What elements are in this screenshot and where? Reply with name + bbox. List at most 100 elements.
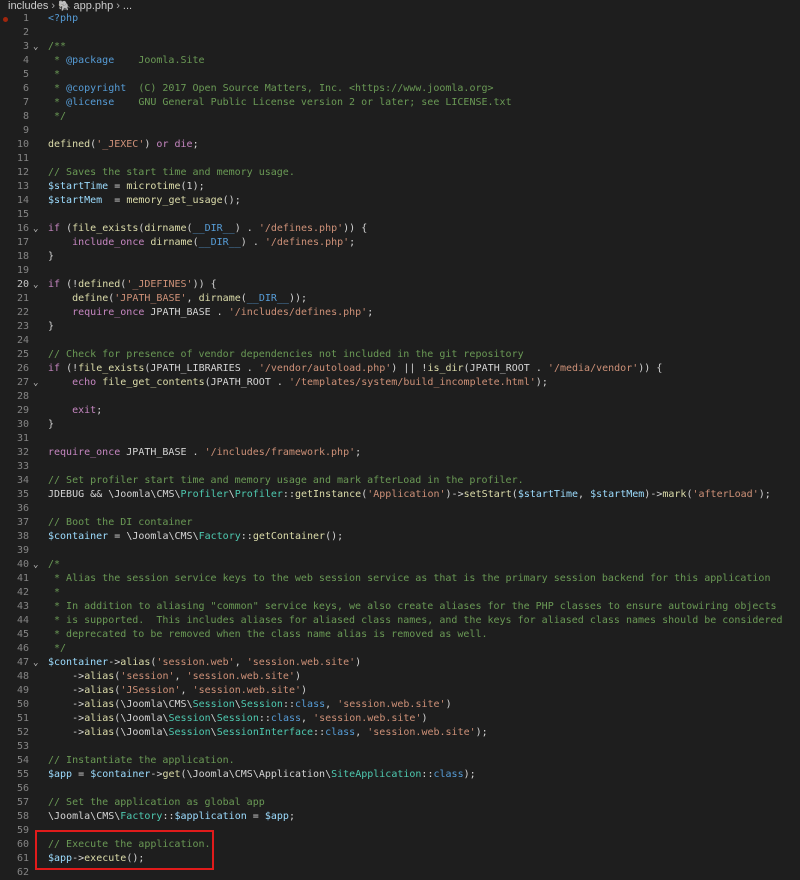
code-line[interactable]: 55 $app = $container->get(\Joomla\CMS\App…	[0, 768, 800, 782]
code-line[interactable]: 44 * is supported. This includes aliases…	[0, 614, 800, 628]
fold-chevron-icon[interactable]: ⌄	[33, 558, 38, 572]
code-line[interactable]: 8 */	[0, 110, 800, 124]
code-line[interactable]: 49 ->alias('JSession', 'session.web.site…	[0, 684, 800, 698]
line-number: 25	[16, 349, 29, 360]
code-line[interactable]: 50 ->alias(\Joomla\CMS\Session\Session::…	[0, 698, 800, 712]
code-text: // Saves the start time and memory usage…	[48, 167, 295, 178]
code-line[interactable]: 5 *	[0, 68, 800, 82]
line-number: 55	[16, 769, 29, 780]
line-number: 50	[16, 699, 29, 710]
line-number: 60	[16, 839, 29, 850]
code-text: }	[48, 321, 55, 332]
code-line[interactable]: 26 if (!file_exists(JPATH_LIBRARIES . '/v…	[0, 362, 800, 376]
fold-chevron-icon[interactable]: ⌄	[33, 278, 38, 292]
line-number: 8	[22, 111, 29, 122]
code-text: *	[48, 587, 61, 598]
line-number: 3	[22, 41, 29, 52]
code-line[interactable]: 59	[0, 824, 800, 838]
code-text: // Check for presence of vendor dependen…	[48, 349, 524, 360]
fold-chevron-icon[interactable]: ⌄	[33, 376, 38, 390]
code-line[interactable]: 58 \Joomla\CMS\Factory::$application = $a…	[0, 810, 800, 824]
code-text: exit;	[72, 405, 103, 416]
line-number: 22	[16, 307, 29, 318]
code-line[interactable]: 28	[0, 390, 800, 404]
code-line[interactable]: 16 ⌄ if (file_exists(dirname(__DIR__) . '/…	[0, 222, 800, 236]
code-line[interactable]: 4 * @package Joomla.Site	[0, 54, 800, 68]
code-line[interactable]: 37 // Boot the DI container	[0, 516, 800, 530]
code-line[interactable]: 15	[0, 208, 800, 222]
code-line[interactable]: 48 ->alias('session', 'session.web.site'…	[0, 670, 800, 684]
code-line[interactable]: 1 <?php	[0, 12, 800, 26]
code-line[interactable]: 56	[0, 782, 800, 796]
line-number: 37	[16, 517, 29, 528]
code-line[interactable]: 32 require_once JPATH_BASE . '/includes/f…	[0, 446, 800, 460]
code-line[interactable]: 61 $app->execute();	[0, 852, 800, 866]
code-line[interactable]: 57 // Set the application as global app	[0, 796, 800, 810]
code-line[interactable]: 20 ⌄ if (!defined('_JDEFINES')) {	[0, 278, 800, 292]
code-line[interactable]: 39	[0, 544, 800, 558]
code-line[interactable]: 36	[0, 502, 800, 516]
code-line[interactable]: 21 define('JPATH_BASE', dirname(__DIR__)…	[0, 292, 800, 306]
line-number: 4	[22, 55, 29, 66]
code-line[interactable]: 43 * In addition to aliasing "common" se…	[0, 600, 800, 614]
code-line[interactable]: 54 // Instantiate the application.	[0, 754, 800, 768]
code-line[interactable]: 22 require_once JPATH_BASE . '/includes/…	[0, 306, 800, 320]
code-line[interactable]: 45 * deprecated to be removed when the c…	[0, 628, 800, 642]
code-line[interactable]: 27 ⌄ echo file_get_contents(JPATH_ROOT . …	[0, 376, 800, 390]
code-line[interactable]: 12 // Saves the start time and memory usa…	[0, 166, 800, 180]
code-line[interactable]: 19	[0, 264, 800, 278]
line-number: 2	[22, 27, 29, 38]
code-line[interactable]: 46 */	[0, 642, 800, 656]
code-line[interactable]: 17 include_once dirname(__DIR__) . '/def…	[0, 236, 800, 250]
code-line[interactable]: 3 ⌄ /**	[0, 40, 800, 54]
code-line[interactable]: 2	[0, 26, 800, 40]
code-line[interactable]: 52 ->alias(\Joomla\Session\SessionInterf…	[0, 726, 800, 740]
code-line[interactable]: 51 ->alias(\Joomla\Session\Session::clas…	[0, 712, 800, 726]
code-line[interactable]: 30}	[0, 418, 800, 432]
fold-chevron-icon[interactable]: ⌄	[33, 222, 38, 236]
code-text: if (!file_exists(JPATH_LIBRARIES . '/ven…	[48, 363, 663, 374]
code-line[interactable]: 18}	[0, 250, 800, 264]
code-line[interactable]: 53	[0, 740, 800, 754]
code-text: * deprecated to be removed when the clas…	[48, 629, 488, 640]
code-line[interactable]: 34 // Set profiler start time and memory …	[0, 474, 800, 488]
code-text: // Execute the application.	[48, 839, 211, 850]
code-line[interactable]: 11	[0, 152, 800, 166]
line-number: 12	[16, 167, 29, 178]
code-line[interactable]: 24	[0, 334, 800, 348]
code-line[interactable]: 62	[0, 866, 800, 880]
fold-chevron-icon[interactable]: ⌄	[33, 40, 38, 54]
code-text: }	[48, 419, 55, 430]
line-number: 45	[16, 629, 29, 640]
code-line[interactable]: 33	[0, 460, 800, 474]
code-text: // Set the application as global app	[48, 797, 265, 808]
code-line[interactable]: 47 ⌄ $container->alias('session.web', 'ses…	[0, 656, 800, 670]
code-text: // Instantiate the application.	[48, 755, 235, 766]
code-editor[interactable]: 1 <?php 2 3 ⌄/** 4 * @package Joomla.Site 5 * 6…	[0, 12, 800, 880]
code-line[interactable]: 38 $container = \Joomla\CMS\Factory::getC…	[0, 530, 800, 544]
line-number: 36	[16, 503, 29, 514]
line-number: 28	[16, 391, 29, 402]
code-text: * @license GNU General Public License ve…	[48, 97, 512, 108]
code-line[interactable]: 7 * @license GNU General Public License …	[0, 96, 800, 110]
code-line[interactable]: 9	[0, 124, 800, 138]
fold-chevron-icon[interactable]: ⌄	[33, 656, 38, 670]
code-text: defined('_JEXEC') or die;	[48, 139, 199, 150]
code-line[interactable]: 40 ⌄ /*	[0, 558, 800, 572]
code-line[interactable]: 13 $startTime = microtime(1);	[0, 180, 800, 194]
code-line[interactable]: 14 $startMem = memory_get_usage();	[0, 194, 800, 208]
code-line[interactable]: 6 * @copyright (C) 2017 Open Source Matt…	[0, 82, 800, 96]
code-text: ->alias(\Joomla\CMS\Session\Session::cla…	[72, 699, 452, 710]
code-line[interactable]: 23}	[0, 320, 800, 334]
line-number: 1	[22, 13, 29, 24]
code-line[interactable]: 29 exit;	[0, 404, 800, 418]
code-line[interactable]: 60 // Execute the application.	[0, 838, 800, 852]
code-line[interactable]: 35 JDEBUG && \Joomla\CMS\Profiler\Profile…	[0, 488, 800, 502]
code-line[interactable]: 41 * Alias the session service keys to t…	[0, 572, 800, 586]
code-text: /*	[48, 559, 61, 570]
code-line[interactable]: 25 // Check for presence of vendor depend…	[0, 348, 800, 362]
code-line[interactable]: 31	[0, 432, 800, 446]
code-line[interactable]: 42 *	[0, 586, 800, 600]
code-line[interactable]: 10 defined('_JEXEC') or die;	[0, 138, 800, 152]
line-number: 58	[16, 811, 29, 822]
